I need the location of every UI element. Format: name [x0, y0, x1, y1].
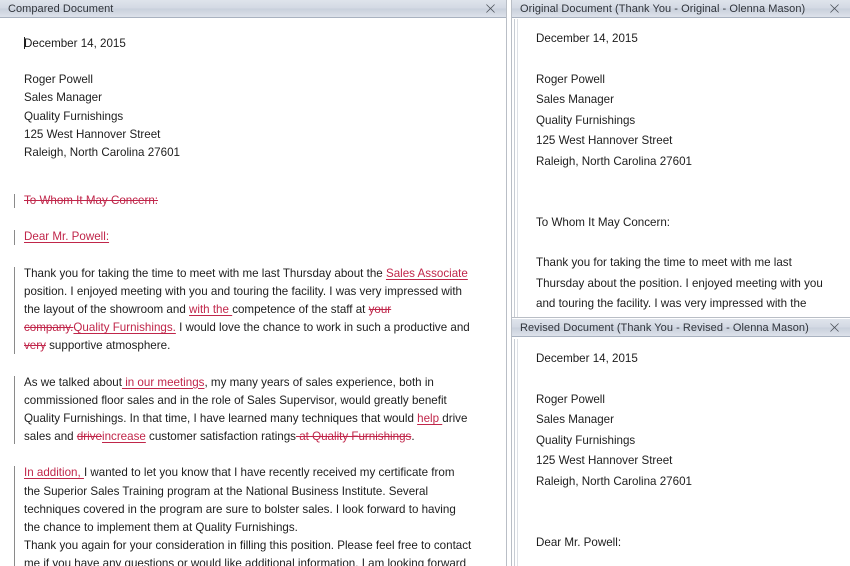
compared-document-pane: Compared Document December 14, 2015 Roge… [0, 0, 506, 566]
original-date: December 14, 2015 [536, 32, 638, 45]
text-run: I would love the chance to work in such … [175, 321, 470, 335]
text-run: Thank you for taking the time to meet wi… [24, 266, 386, 280]
address-line: Raleigh, North Carolina 27601 [24, 146, 180, 160]
address-line: Quality Furnishings [24, 109, 124, 123]
address-line: 125 West Hannover Street [536, 454, 673, 468]
original-address-block: Roger Powell Sales Manager Quality Furni… [512, 70, 840, 173]
original-document-content: December 14, 2015 Roger Powell Sales Man… [512, 19, 850, 317]
deleted-text: very [24, 339, 46, 353]
inserted-text: increase [102, 430, 146, 444]
original-date-line: December 14, 2015 [512, 29, 840, 50]
revised-pane-title: Revised Document (Thank You - Revised - … [520, 321, 809, 334]
compared-pane-title: Compared Document [8, 2, 114, 15]
text-run: competence of the staff at [232, 303, 369, 317]
text-run: As we talked about [24, 375, 122, 389]
compared-salutation-inserted-block: Dear Mr. Powell: [0, 228, 506, 246]
close-icon[interactable] [828, 2, 841, 15]
address-line: Sales Manager [536, 413, 614, 427]
original-document-pane: Original Document (Thank You - Original … [512, 0, 850, 317]
inserted-text: Dear Mr. Powell: [24, 230, 110, 244]
address-line: Raleigh, North Carolina 27601 [536, 474, 692, 488]
original-pane-title: Original Document (Thank You - Original … [520, 2, 806, 15]
salutation-inserted: Dear Mr. Powell: [24, 228, 472, 246]
deleted-text: at Quality Furnishings [295, 430, 412, 444]
text-run: . [411, 430, 415, 444]
revised-document-content: December 14, 2015 Roger Powell Sales Man… [512, 339, 850, 566]
compared-document-body[interactable]: December 14, 2015 Roger Powell Sales Man… [0, 19, 506, 566]
inserted-text: Quality Furnishings. [73, 321, 176, 335]
compared-salutation-deleted-block: To Whom It May Concern: [0, 192, 506, 210]
inserted-text: Sales Associate [385, 266, 468, 280]
original-salutation: To Whom It May Concern: [536, 215, 671, 229]
address-line: Roger Powell [536, 392, 605, 406]
address-line: Quality Furnishings [536, 433, 636, 447]
original-paragraph-1: Thank you for taking the time to meet wi… [536, 256, 823, 311]
compared-date-line: December 14, 2015 [0, 35, 506, 53]
compared-address-block: Roger Powell Sales Manager Quality Furni… [0, 71, 506, 162]
address-line: 125 West Hannover Street [24, 127, 161, 141]
revised-address-block: Roger Powell Sales Manager Quality Furni… [512, 390, 840, 493]
compared-document-content: December 14, 2015 Roger Powell Sales Man… [0, 19, 506, 566]
text-run: supportive atmosphere. [45, 339, 171, 353]
inserted-text: help [417, 412, 443, 426]
original-salutation-block: To Whom It May Concern: [512, 213, 840, 234]
address-line: 125 West Hannover Street [536, 134, 673, 148]
revised-document-pane: Revised Document (Thank You - Revised - … [512, 317, 850, 566]
compared-paragraph-2: As we talked about in our meetings, my m… [0, 374, 506, 447]
inserted-text: in our meetings [121, 375, 205, 389]
inserted-text: In addition, [24, 466, 84, 480]
original-pane-header: Original Document (Thank You - Original … [512, 0, 850, 18]
revised-date: December 14, 2015 [536, 352, 638, 365]
revised-salutation-block: Dear Mr. Powell: [512, 533, 840, 554]
text-run: I wanted to let you know that I have rec… [24, 466, 456, 535]
compared-pane-header: Compared Document [0, 0, 506, 18]
close-icon[interactable] [484, 2, 497, 15]
text-run: customer satisfaction ratings [145, 430, 296, 444]
deleted-text: To Whom It May Concern: [24, 194, 159, 208]
compared-paragraph-4: Thank you again for your consideration i… [24, 539, 472, 566]
deleted-text: drive [76, 430, 102, 444]
close-icon[interactable] [828, 321, 841, 334]
revised-pane-header: Revised Document (Thank You - Revised - … [512, 319, 850, 337]
compared-paragraph-1: Thank you for taking the time to meet wi… [0, 265, 506, 356]
revised-salutation: Dear Mr. Powell: [536, 535, 622, 549]
address-line: Quality Furnishings [536, 113, 636, 127]
address-line: Sales Manager [536, 93, 614, 107]
revised-date-line: December 14, 2015 [512, 349, 840, 370]
compared-date: December 14, 2015 [24, 37, 126, 50]
compare-documents-window: Compared Document December 14, 2015 Roge… [0, 0, 850, 566]
inserted-text: with the [189, 303, 233, 317]
address-line: Sales Manager [24, 91, 102, 105]
salutation-deleted: To Whom It May Concern: [24, 192, 472, 210]
address-line: Roger Powell [536, 72, 605, 86]
original-document-body[interactable]: December 14, 2015 Roger Powell Sales Man… [512, 19, 850, 317]
address-line: Roger Powell [24, 73, 93, 87]
compared-paragraph-3: In addition, I wanted to let you know th… [0, 464, 506, 566]
revised-document-body[interactable]: December 14, 2015 Roger Powell Sales Man… [512, 339, 850, 566]
address-line: Raleigh, North Carolina 27601 [536, 154, 692, 168]
